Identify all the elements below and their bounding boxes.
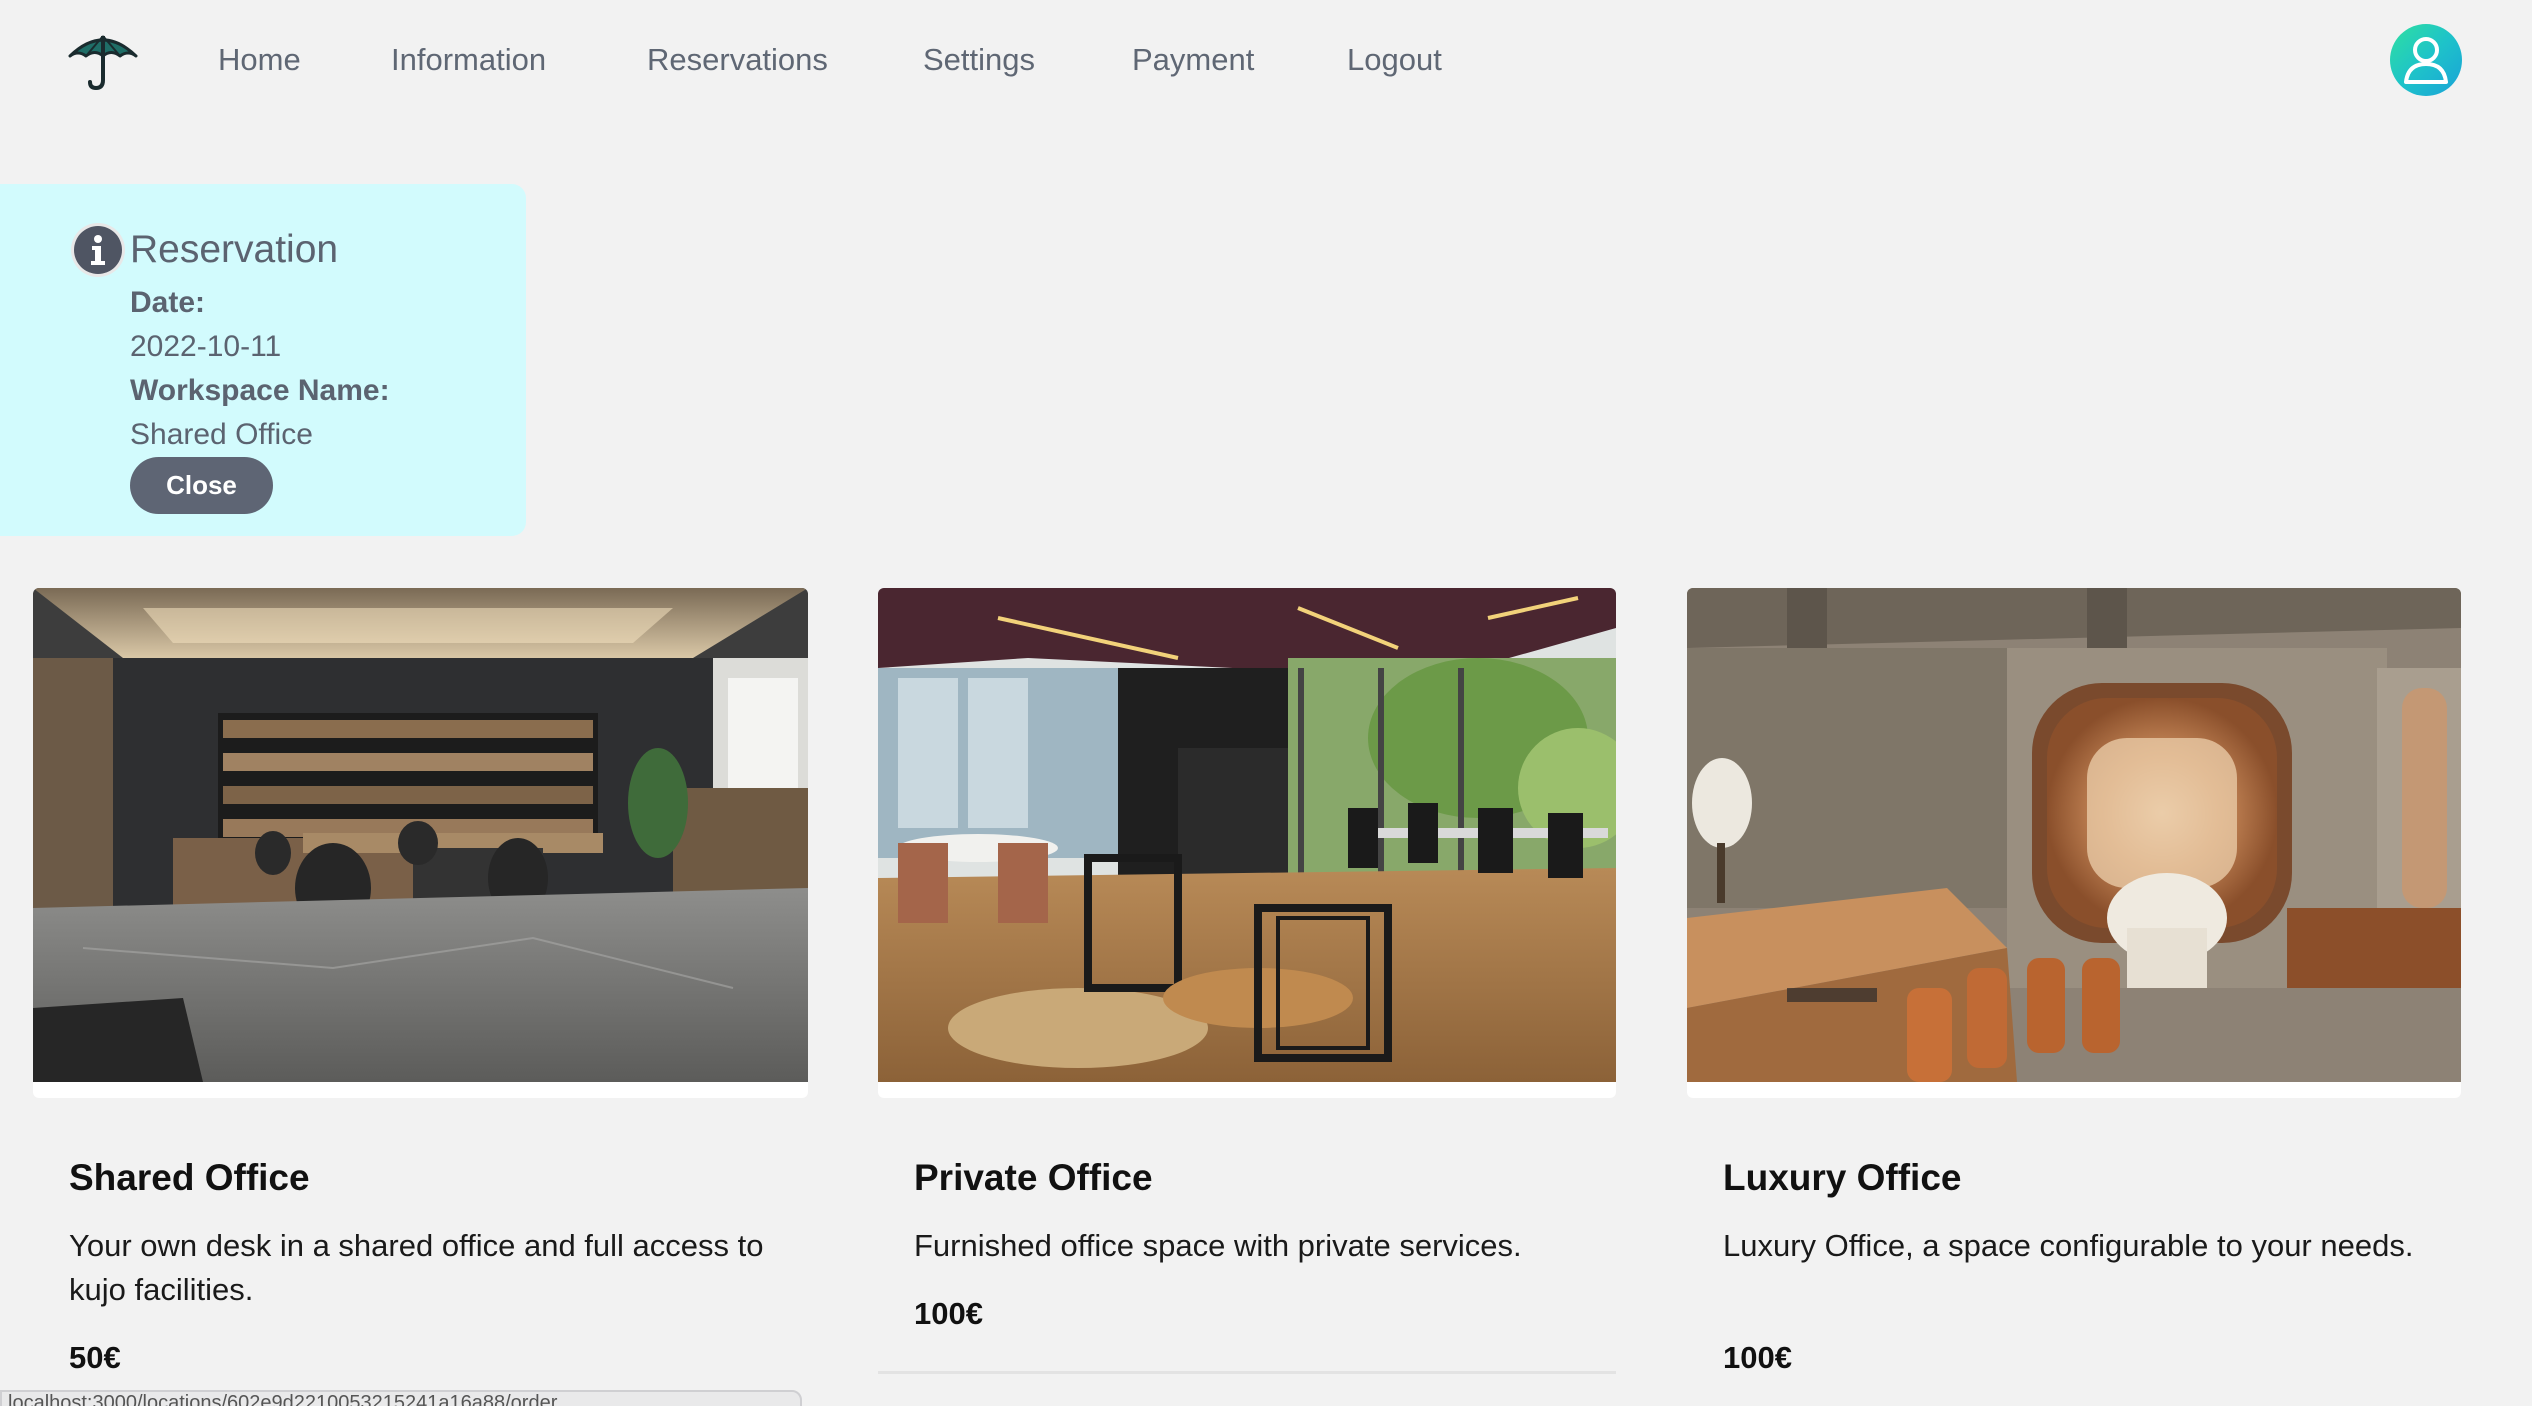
nav-home[interactable]: Home xyxy=(218,40,301,80)
reservation-title: Reservation xyxy=(130,228,339,271)
office-description: Luxury Office, a space configurable to y… xyxy=(1723,1228,2414,1263)
link-status-bar: localhost:3000/locations/602e9d221005321… xyxy=(0,1390,802,1406)
top-navigation: Home Information Reservations Settings P… xyxy=(0,0,2532,122)
office-price: 100€ xyxy=(914,1296,983,1331)
office-title: Shared Office xyxy=(69,1157,310,1198)
card-image-base xyxy=(33,1082,808,1098)
office-card-shared[interactable]: Shared Office Your own desk in a shared … xyxy=(33,588,808,1406)
office-price: 100€ xyxy=(1723,1340,1792,1375)
user-avatar-icon[interactable] xyxy=(2390,24,2462,96)
workspace-name-value: Shared Office xyxy=(130,418,313,451)
office-description: Your own desk in a shared office and ful… xyxy=(69,1228,764,1307)
close-button[interactable]: Close xyxy=(130,457,273,514)
workspace-name-label: Workspace Name: xyxy=(130,374,390,407)
office-title: Private Office xyxy=(914,1157,1153,1198)
page: Home Information Reservations Settings P… xyxy=(0,0,2532,1406)
card-image-base xyxy=(1687,1082,2461,1098)
shared-office-photo[interactable] xyxy=(33,588,808,1082)
office-card-luxury[interactable]: Luxury Office Luxury Office, a space con… xyxy=(1687,588,2461,1406)
nav-settings[interactable]: Settings xyxy=(923,40,1035,80)
office-description: Furnished office space with private serv… xyxy=(914,1228,1522,1263)
office-title: Luxury Office xyxy=(1723,1157,1962,1198)
office-card-private[interactable]: Private Office Furnished office space wi… xyxy=(878,588,1616,1406)
nav-logout[interactable]: Logout xyxy=(1347,40,1442,80)
card-image-base xyxy=(878,1082,1616,1098)
nav-information[interactable]: Information xyxy=(391,40,546,80)
nav-reservations[interactable]: Reservations xyxy=(647,40,828,80)
umbrella-logo-icon[interactable] xyxy=(68,30,138,91)
luxury-office-photo[interactable] xyxy=(1687,588,2461,1082)
private-office-photo[interactable] xyxy=(878,588,1616,1082)
nav-payment[interactable]: Payment xyxy=(1132,40,1254,80)
date-value: 2022-10-11 xyxy=(130,330,282,363)
office-price: 50€ xyxy=(69,1340,121,1375)
info-icon xyxy=(70,222,126,278)
card-divider xyxy=(878,1371,1616,1374)
date-label: Date: xyxy=(130,286,206,319)
